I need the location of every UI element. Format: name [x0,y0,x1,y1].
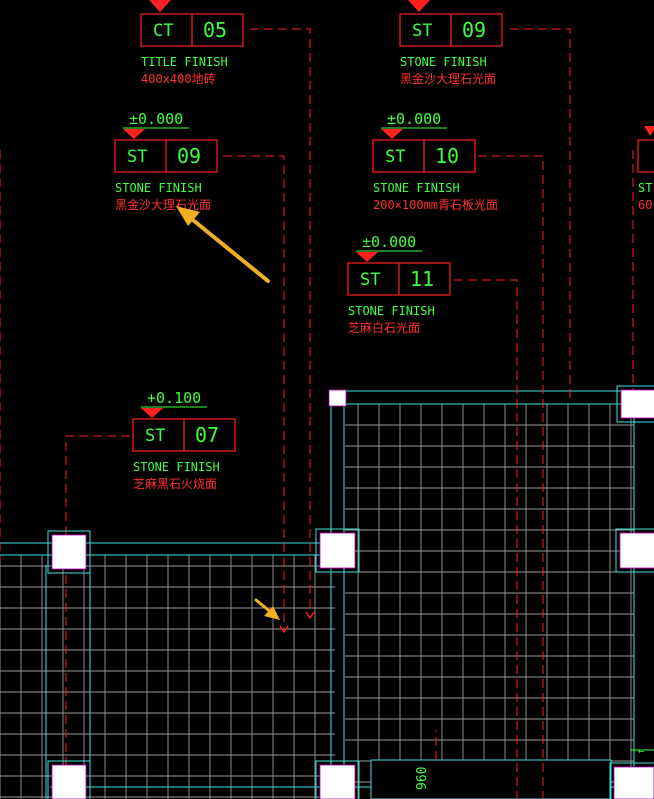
leader-ct05 [250,28,311,612]
right-grid [345,404,634,799]
slab-outlines: ← [0,390,654,799]
tag-pointer [408,0,430,12]
column-bottom-left [51,764,87,799]
tag-pointer [644,126,654,136]
doorway-block [370,759,612,799]
tag-number: 07 [195,423,219,447]
finish-tag-st10: ST 10 ±0.000 STONE FINISH 200×100mm青石板光面 [372,110,498,212]
tag-box [637,139,654,173]
tag-line2: 400x400地砖 [141,71,216,86]
arrow-shaft-large [186,214,270,283]
leader-head-ct05 [305,611,315,620]
tag-line2: 芝麻黑石火烧面 [133,476,217,491]
leader-st11 [454,279,518,798]
leader-st10 [478,155,544,798]
tag-level: ±0.000 [129,110,183,128]
tag-pointer [149,0,171,12]
tag-level-triangle [381,129,403,139]
leader-st09-mid [223,155,285,628]
tag-number: 05 [203,18,227,42]
finish-tag-st07: ST 07 +0.100 STONE FINISH 芝麻黑石火烧面 [132,389,236,491]
tag-line1: STONE FINISH [133,460,220,474]
tag-code: ST [385,147,405,167]
tag-line1: STONE FINISH [373,181,460,195]
tag-number: 09 [462,18,486,42]
tag-line2: 60 [638,198,652,212]
annotation-arrows [176,206,280,620]
finish-tag-ct05-top: CT 05 TITLE FINISH 400x400地砖 [140,0,244,86]
tag-level-triangle [356,252,378,262]
tag-level-triangle [123,129,145,139]
tag-number: 10 [435,144,459,168]
tag-line1: STONE FINISH [400,55,487,69]
tag-line1: TITLE FINISH [141,55,228,69]
tag-level-triangle [141,408,163,418]
column-top-right [620,389,654,419]
left-grid [0,555,335,799]
tag-line2: 200×100mm青石板光面 [373,198,498,212]
tag-level: ±0.000 [362,233,416,251]
finish-tag-st09-mid: ST 09 ±0.000 STONE FINISH 黑金沙大理石光面 [114,110,218,212]
tag-code: ST [145,426,165,446]
column-left [51,534,87,570]
dimension-marker: 960 [415,767,430,790]
tag-code: CT [153,21,173,41]
leader-lines [0,28,634,798]
column-mid-right [619,532,654,569]
column-center [319,532,356,569]
finish-tag-st11: ST 11 ±0.000 STONE FINISH 芝麻白石光面 [347,233,451,335]
tag-code: ST [412,21,432,41]
tag-number: 11 [410,267,434,291]
tag-line2: 黑金沙大理石光面 [115,197,211,212]
tag-code: ST [360,270,380,290]
tag-number: 09 [177,144,201,168]
tag-line1: ST [638,181,652,195]
tag-level: ±0.000 [387,110,441,128]
finish-tags: CT 05 TITLE FINISH 400x400地砖 ST 09 STONE FINIS… [114,0,654,491]
tag-level: +0.100 [147,389,201,407]
column-bottom-right [613,766,654,799]
finish-tag-partial-right: ST 60 [637,126,654,212]
column-bottom-center [319,764,356,799]
cad-drawing: ← CT 05 TITLE FINISH 400x400地砖 ST 09 STONE FIN… [0,0,654,799]
tag-line1: STONE FINISH [348,304,435,318]
green-arrow-glyph: ← [638,746,644,757]
tag-line1: STONE FINISH [115,181,202,195]
leader-st07 [65,435,130,535]
tag-line2: 黑金沙大理石光面 [400,71,496,86]
tag-code: ST [127,147,147,167]
floor-tile-grid [0,404,634,799]
finish-tag-st09-top: ST 09 STONE FINISH 黑金沙大理石光面 [399,0,503,86]
leader-st09-top [510,28,571,398]
dimension-text: 960 [415,767,430,790]
column-small [328,389,347,407]
columns [47,385,654,799]
right-slab-outer [330,390,654,799]
tag-line2: 芝麻白石光面 [348,320,420,335]
